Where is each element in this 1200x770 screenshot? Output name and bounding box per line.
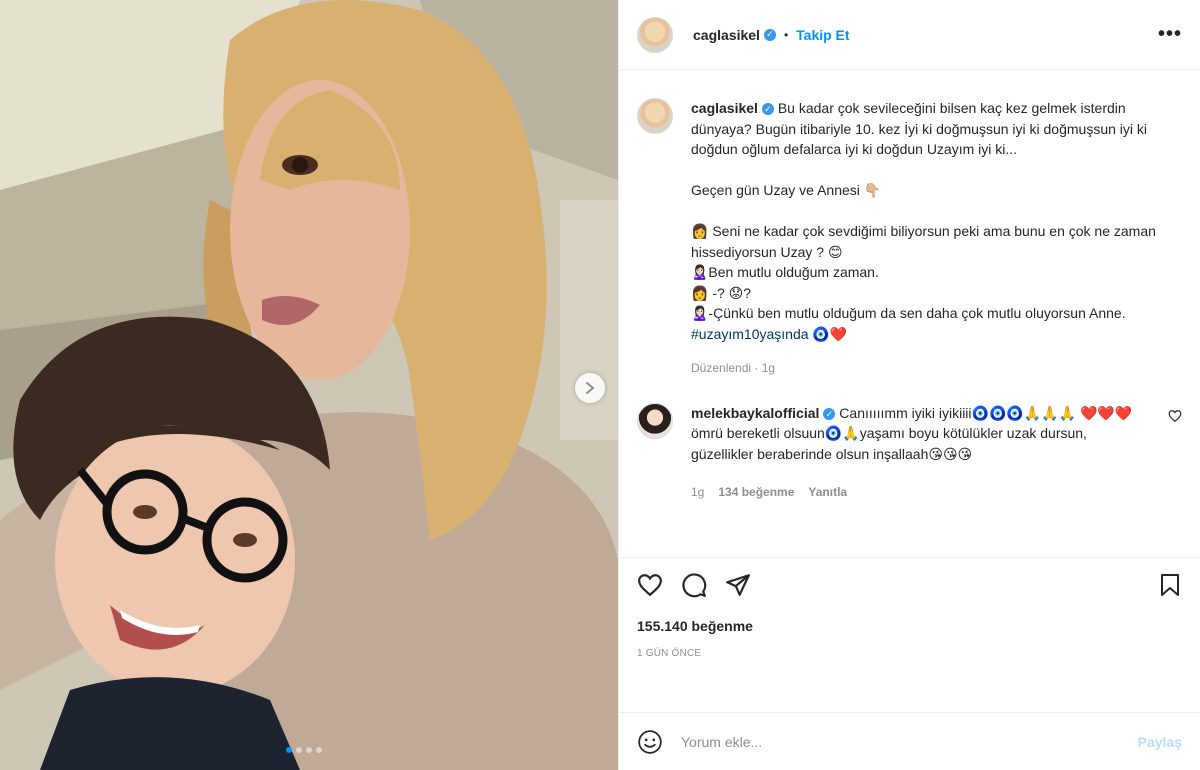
carousel-indicator (286, 747, 322, 753)
carousel-dot (306, 747, 312, 753)
header-separator: • (783, 27, 789, 42)
comment-composer: Paylaş (619, 712, 1200, 770)
comment-likes[interactable]: 134 beğenme (718, 482, 794, 503)
comment-meta: 1g 134 beğenme Yanıtla (691, 482, 1150, 503)
more-options-icon[interactable]: ••• (1158, 23, 1182, 46)
follow-button[interactable]: Takip Et (796, 27, 849, 43)
caption-body: caglasikel ✓ Bu kadar çok sevileceğini bi… (691, 98, 1182, 379)
edited-time[interactable]: 1g (762, 361, 775, 375)
likes-count[interactable]: 155.140 beğenme (637, 618, 1182, 634)
author-username[interactable]: caglasikel (693, 27, 760, 43)
comment-like-heart-icon[interactable] (1168, 409, 1182, 423)
post-photo (0, 0, 618, 770)
comments-list[interactable]: caglasikel ✓ Bu kadar çok sevileceğini bi… (619, 70, 1200, 557)
share-button[interactable] (725, 572, 751, 598)
verified-badge-icon: ✓ (761, 103, 774, 116)
chevron-right-icon (586, 382, 595, 394)
post-comment-button[interactable]: Paylaş (1138, 734, 1182, 750)
hashtag-suffix: 🧿❤️ (808, 325, 848, 342)
verified-badge-icon: ✓ (823, 407, 836, 420)
caption-author-avatar[interactable] (637, 98, 673, 134)
comment-bubble-icon (682, 573, 707, 598)
caption-line: 🙎🏻‍♀️Ben mutlu olduğum zaman. (691, 264, 879, 280)
comment-time[interactable]: 1g (691, 482, 704, 503)
comment-button[interactable] (681, 572, 707, 598)
caption-line: Geçen gün Uzay ve Annesi 👇🏼 (691, 182, 882, 198)
post-date[interactable]: 1 GÜN ÖNCE (637, 648, 1182, 659)
verified-badge-icon: ✓ (763, 28, 776, 41)
heart-icon (638, 574, 662, 597)
caption-line (691, 160, 1182, 181)
post-dialog: caglasikel ✓ • Takip Et ••• caglasikel ✓ … (0, 0, 1200, 770)
bookmark-icon (1161, 574, 1179, 596)
emoji-button[interactable] (637, 729, 663, 755)
like-button[interactable] (637, 572, 663, 598)
commenter-avatar[interactable] (637, 402, 673, 439)
smiley-icon (638, 729, 662, 754)
paper-plane-icon (726, 574, 750, 596)
caption-line (691, 201, 1182, 222)
post-header: caglasikel ✓ • Takip Et ••• (619, 0, 1200, 70)
reply-button[interactable]: Yanıtla (808, 482, 847, 503)
commenter-username[interactable]: melekbaykalofficial (691, 405, 819, 421)
comment-input[interactable] (679, 732, 1122, 751)
save-button[interactable] (1158, 572, 1182, 598)
caption-line: Bu kadar çok sevileceğini bilsen kaç kez… (691, 100, 1148, 157)
edited-separator: · (754, 361, 759, 375)
post-actions: 155.140 beğenme 1 GÜN ÖNCE (619, 557, 1200, 712)
carousel-dot (296, 747, 302, 753)
hashtag-link[interactable]: #uzayım10yaşında (691, 326, 809, 342)
carousel-next-button[interactable] (575, 373, 605, 403)
caption-author-username[interactable]: caglasikel (691, 100, 758, 116)
caption: caglasikel ✓ Bu kadar çok sevileceğini bi… (637, 98, 1182, 379)
caption-line: 🙎🏻‍♀️-Çünkü ben mutlu olduğum da sen dah… (691, 305, 1126, 321)
author-avatar[interactable] (637, 16, 673, 53)
carousel-dot (286, 747, 292, 753)
post-sidebar: caglasikel ✓ • Takip Et ••• caglasikel ✓ … (618, 0, 1200, 770)
comment-item: melekbaykalofficial ✓ Canııııımm iyiki iy… (637, 402, 1182, 503)
post-media[interactable] (0, 0, 618, 770)
comment-body: melekbaykalofficial ✓ Canııııımm iyiki iy… (691, 403, 1150, 503)
edited-label: Düzenlendi (691, 361, 752, 375)
caption-meta: Düzenlendi · 1g (691, 358, 1182, 379)
carousel-dot (316, 747, 322, 753)
caption-line: 👩 -? 😟? (691, 284, 752, 301)
caption-line: 👩 Seni ne kadar çok sevdiğimi biliyorsun… (691, 223, 1156, 260)
